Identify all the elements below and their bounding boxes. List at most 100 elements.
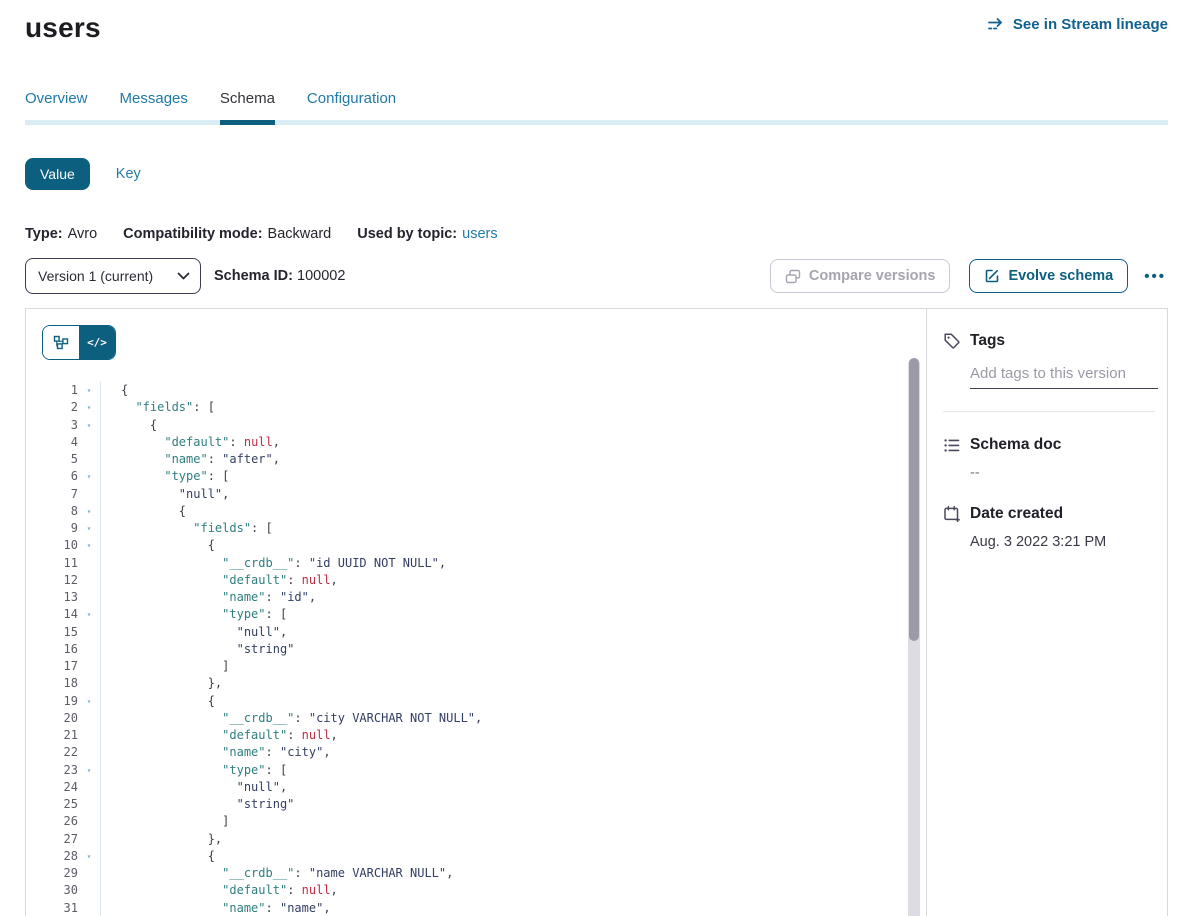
version-select-wrap: Version 1 (current) xyxy=(25,258,201,294)
page: users See in Stream lineage Overview Mes… xyxy=(0,0,1189,916)
fold-marker-icon[interactable]: ▾ xyxy=(78,468,100,485)
line-number: 14 xyxy=(42,606,78,623)
code-text: }, xyxy=(100,675,222,692)
evolve-schema-button[interactable]: Evolve schema xyxy=(969,259,1128,293)
code-text: "name": "name", xyxy=(100,900,331,916)
fold-marker-icon[interactable]: ▾ xyxy=(78,382,100,399)
version-select[interactable]: Version 1 (current) xyxy=(25,258,201,294)
code-text: "__crdb__": "city VARCHAR NOT NULL", xyxy=(100,710,482,727)
fold-marker-icon[interactable]: ▾ xyxy=(78,762,100,779)
tab-configuration[interactable]: Configuration xyxy=(307,90,396,120)
scrollbar-thumb[interactable] xyxy=(909,358,919,641)
schema-id-label: Schema ID: xyxy=(214,268,293,284)
code-text: "__crdb__": "name VARCHAR NULL", xyxy=(100,865,453,882)
line-number: 12 xyxy=(42,572,78,589)
tab-schema[interactable]: Schema xyxy=(220,90,275,125)
code-text: "null", xyxy=(100,624,287,641)
code-text: "__crdb__": "id UUID NOT NULL", xyxy=(100,555,446,572)
line-number: 9 xyxy=(42,520,78,537)
code-line: 13 "name": "id", xyxy=(42,589,926,606)
more-options-button[interactable]: ••• xyxy=(1142,264,1168,289)
code-view-button[interactable]: </> xyxy=(79,326,115,359)
tab-messages[interactable]: Messages xyxy=(120,90,188,120)
line-number: 1 xyxy=(42,382,78,399)
code-line: 10▾ { xyxy=(42,537,926,554)
line-number: 27 xyxy=(42,831,78,848)
schema-id-value: 100002 xyxy=(297,268,345,284)
line-number: 6 xyxy=(42,468,78,485)
value-toggle-button[interactable]: Value xyxy=(25,158,90,190)
schema-panel: </> 1▾{2▾ "fields": [3▾ {4 "default": nu… xyxy=(25,308,1168,916)
code-text: "type": [ xyxy=(100,606,287,623)
fold-marker-icon[interactable]: ▾ xyxy=(78,693,100,710)
tree-view-icon xyxy=(53,335,69,350)
fold-marker-icon xyxy=(78,779,100,796)
fold-marker-icon xyxy=(78,831,100,848)
line-number: 30 xyxy=(42,882,78,899)
fold-marker-icon xyxy=(78,555,100,572)
edit-icon xyxy=(984,268,1000,284)
code-text: "fields": [ xyxy=(100,520,273,537)
fold-marker-icon[interactable]: ▾ xyxy=(78,417,100,434)
code-pane: </> 1▾{2▾ "fields": [3▾ {4 "default": nu… xyxy=(26,309,926,916)
view-toggle-group: </> xyxy=(42,325,116,360)
code-text: "null", xyxy=(100,486,229,503)
line-number: 31 xyxy=(42,900,78,916)
code-line: 14▾ "type": [ xyxy=(42,606,926,623)
fold-marker-icon[interactable]: ▾ xyxy=(78,848,100,865)
line-number: 15 xyxy=(42,624,78,641)
code-text: "fields": [ xyxy=(100,399,215,416)
fold-marker-icon xyxy=(78,710,100,727)
code-line: 21 "default": null, xyxy=(42,727,926,744)
code-text: "string" xyxy=(100,641,294,658)
code-text: "name": "id", xyxy=(100,589,316,606)
code-text: { xyxy=(100,537,215,554)
code-editor[interactable]: 1▾{2▾ "fields": [3▾ {4 "default": null,5… xyxy=(42,382,926,916)
code-line: 29 "__crdb__": "name VARCHAR NULL", xyxy=(42,865,926,882)
code-line: 22 "name": "city", xyxy=(42,744,926,761)
code-text: "type": [ xyxy=(100,468,229,485)
line-number: 10 xyxy=(42,537,78,554)
code-line: 6▾ "type": [ xyxy=(42,468,926,485)
fold-marker-icon[interactable]: ▾ xyxy=(78,503,100,520)
line-number: 7 xyxy=(42,486,78,503)
code-text: { xyxy=(100,503,186,520)
scrollbar[interactable] xyxy=(908,358,920,916)
fold-marker-icon[interactable]: ▾ xyxy=(78,520,100,537)
fold-marker-icon xyxy=(78,434,100,451)
key-toggle-button[interactable]: Key xyxy=(116,166,141,182)
line-number: 21 xyxy=(42,727,78,744)
compare-versions-button[interactable]: Compare versions xyxy=(770,259,951,293)
line-number: 16 xyxy=(42,641,78,658)
type-value: Avro xyxy=(68,226,98,242)
page-title: users xyxy=(25,12,101,44)
topic-link[interactable]: users xyxy=(462,226,497,242)
line-number: 4 xyxy=(42,434,78,451)
line-number: 8 xyxy=(42,503,78,520)
code-line: 19▾ { xyxy=(42,693,926,710)
tree-view-button[interactable] xyxy=(43,326,79,359)
schema-doc-heading: Schema doc xyxy=(970,436,1061,454)
code-text: "default": null, xyxy=(100,572,338,589)
code-text: { xyxy=(100,693,215,710)
tags-input[interactable] xyxy=(970,365,1158,389)
see-in-stream-lineage-link[interactable]: See in Stream lineage xyxy=(987,16,1168,33)
code-text: "string" xyxy=(100,796,294,813)
fold-marker-icon[interactable]: ▾ xyxy=(78,606,100,623)
used-by-topic-label: Used by topic: xyxy=(357,226,457,242)
code-text: { xyxy=(100,382,128,399)
fold-marker-icon[interactable]: ▾ xyxy=(78,399,100,416)
code-line: 12 "default": null, xyxy=(42,572,926,589)
line-number: 22 xyxy=(42,744,78,761)
code-text: { xyxy=(100,417,157,434)
fold-marker-icon xyxy=(78,486,100,503)
fold-marker-icon[interactable]: ▾ xyxy=(78,537,100,554)
code-view-icon: </> xyxy=(87,336,107,349)
code-text: "default": null, xyxy=(100,434,280,451)
tab-overview[interactable]: Overview xyxy=(25,90,88,120)
code-line: 17 ] xyxy=(42,658,926,675)
tab-bar: Overview Messages Schema Configuration xyxy=(25,90,1168,125)
code-line: 20 "__crdb__": "city VARCHAR NOT NULL", xyxy=(42,710,926,727)
code-text: { xyxy=(100,848,215,865)
code-line: 15 "null", xyxy=(42,624,926,641)
